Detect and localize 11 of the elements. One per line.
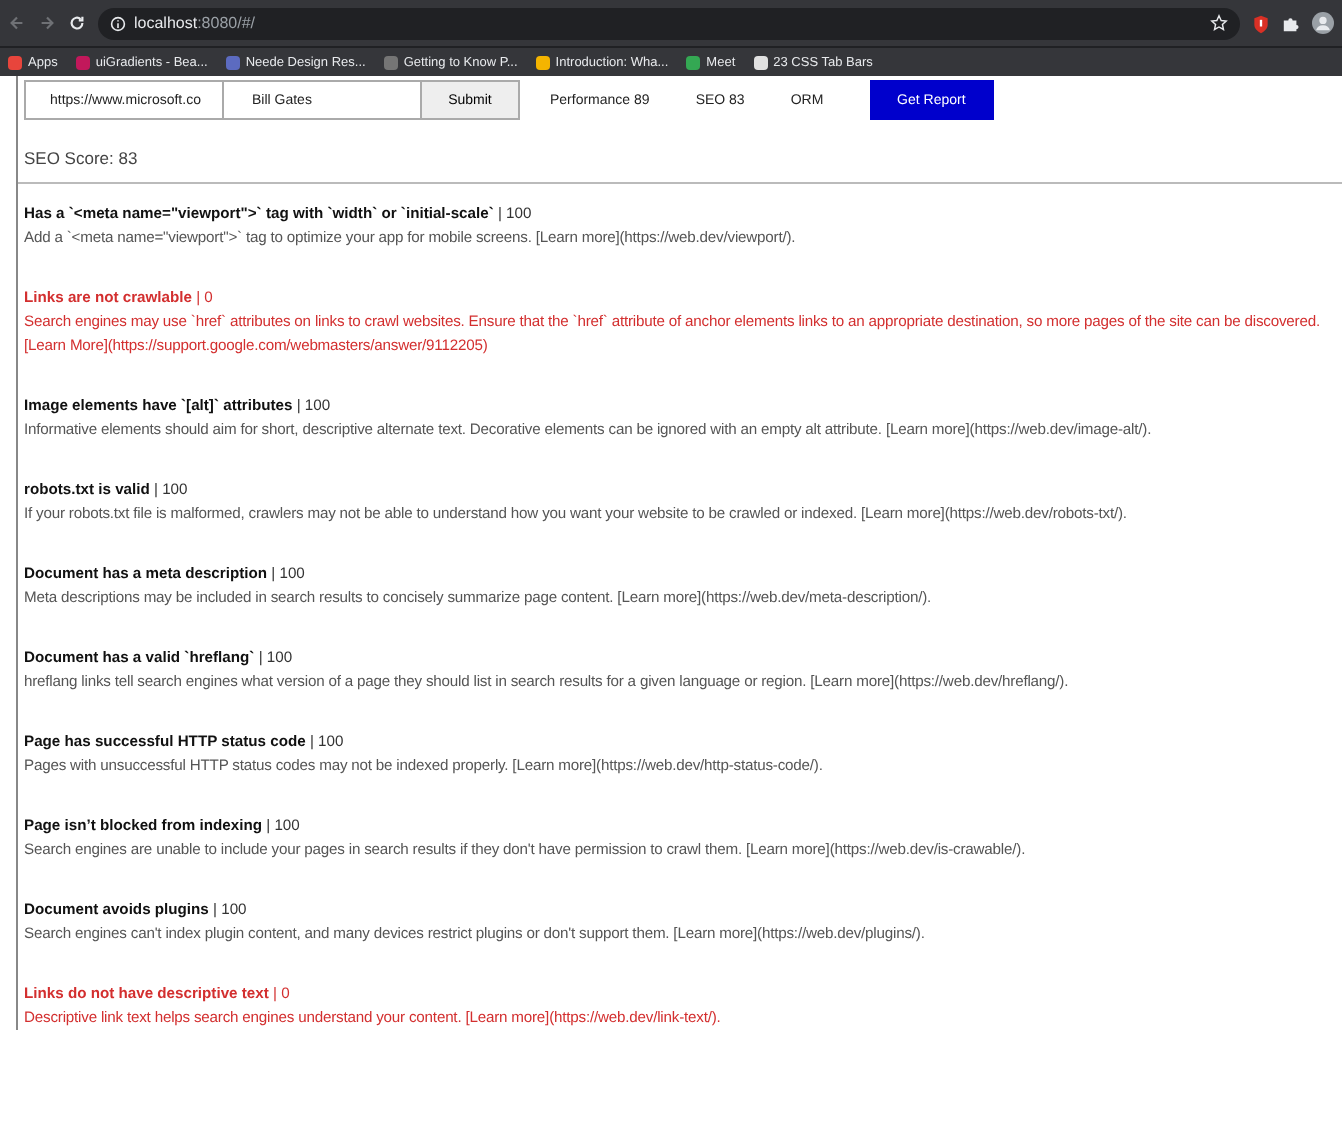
back-icon[interactable] — [8, 14, 26, 32]
seo-score-text: SEO Score: 83 — [24, 148, 140, 168]
forward-icon[interactable] — [38, 14, 56, 32]
star-icon[interactable] — [1210, 14, 1228, 32]
avatar-icon[interactable] — [1312, 12, 1334, 34]
info-icon[interactable] — [110, 15, 126, 31]
puzzle-icon[interactable] — [1282, 13, 1300, 33]
shield-icon[interactable] — [1252, 13, 1270, 33]
address-bar[interactable]: localhost:8080/#/ — [98, 7, 1240, 39]
url-text: localhost:8080/#/ — [134, 14, 257, 32]
reload-icon[interactable] — [68, 14, 86, 32]
